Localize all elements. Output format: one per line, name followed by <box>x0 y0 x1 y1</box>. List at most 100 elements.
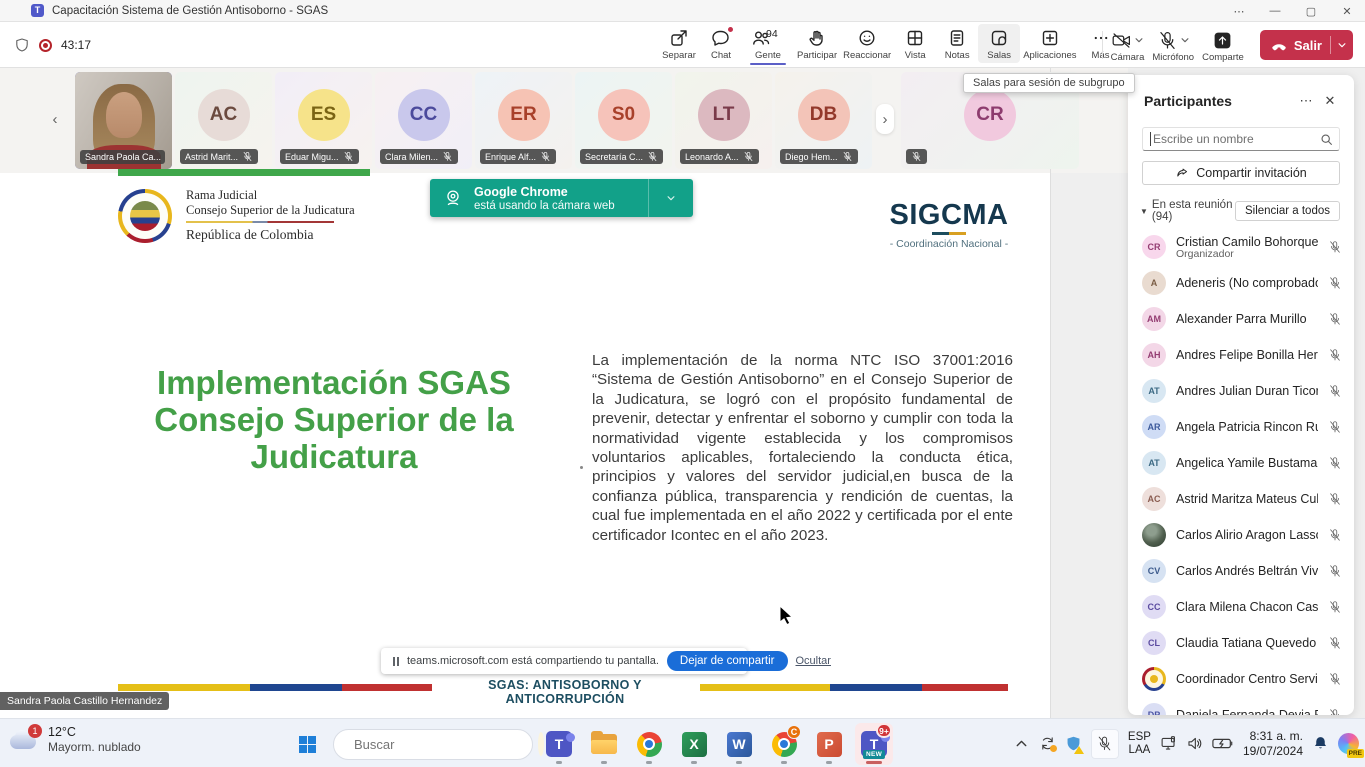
tray-chevron-up-icon[interactable] <box>1013 735 1030 752</box>
participant-row[interactable]: CRCristian Camilo Bohorquez Ro...Organiz… <box>1128 229 1354 265</box>
titlebar-more-button[interactable]: ⋯ <box>1221 0 1257 22</box>
taskbar-app-explorer[interactable] <box>585 723 623 765</box>
panel-more-button[interactable]: ⋯ <box>1294 89 1318 113</box>
taskbar-search[interactable] <box>333 729 533 760</box>
taskbar-app-teams-classic[interactable]: T <box>540 723 578 765</box>
toolbar-button-salas[interactable]: Salas <box>978 24 1020 63</box>
participant-row[interactable]: AAdeneris (No comprobado) <box>1128 265 1354 301</box>
mic-off-icon[interactable] <box>1328 312 1342 326</box>
chrome-banner-expand[interactable] <box>649 193 693 203</box>
toolbar-button-notas[interactable]: Notas <box>936 24 978 63</box>
stop-sharing-button[interactable]: Dejar de compartir <box>667 651 788 671</box>
mic-off-icon[interactable] <box>1328 276 1342 290</box>
camera-control[interactable]: Cámara <box>1111 30 1145 63</box>
share-screen-icon[interactable] <box>1212 30 1233 51</box>
toolbar-button-gente[interactable]: 94Gente <box>742 24 794 63</box>
mic-off-icon[interactable] <box>1328 636 1342 650</box>
participant-row[interactable]: ATAndres Julian Duran Ticora <box>1128 373 1354 409</box>
hide-sharing-bar-link[interactable]: Ocultar <box>796 655 831 667</box>
close-button[interactable]: ✕ <box>1329 0 1365 22</box>
mic-off-icon[interactable] <box>1157 30 1178 51</box>
toolbar-button-participar[interactable]: Participar <box>794 24 840 63</box>
tray-clock[interactable]: 8:31 a. m. 19/07/2024 <box>1243 729 1303 759</box>
mic-off-icon[interactable] <box>1328 600 1342 614</box>
weather-widget[interactable]: 1 12°C Mayorm. nublado <box>8 725 141 754</box>
video-tile-diego-hem[interactable]: DBDiego Hem... <box>775 72 872 169</box>
tray-security-shield-icon[interactable] <box>1065 735 1082 752</box>
minimize-button[interactable]: — <box>1257 0 1293 22</box>
video-tile-leonardo-a[interactable]: LTLeonardo A... <box>675 72 772 169</box>
mic-control[interactable]: Micrófono <box>1152 30 1194 63</box>
section-collapse-icon[interactable]: ▼ <box>1140 207 1148 216</box>
participant-row[interactable]: ACAstrid Maritza Mateus Cubides <box>1128 481 1354 517</box>
toolbar-button-aplicaciones[interactable]: Aplicaciones <box>1020 24 1079 63</box>
toolbar-button-reaccionar[interactable]: Reaccionar <box>840 24 894 63</box>
participant-row[interactable]: ARAngela Patricia Rincon Rueda <box>1128 409 1354 445</box>
chrome-camera-notification[interactable]: Google Chrome está usando la cámara web <box>430 179 693 217</box>
video-tile-astrid-marit[interactable]: ACAstrid Marit... <box>175 72 272 169</box>
filmstrip-scroll-right-icon[interactable]: › <box>876 104 894 134</box>
participant-row[interactable]: CVCarlos Andrés Beltrán Viveros <box>1128 553 1354 589</box>
taskbar-app-chrome-profile[interactable]: C <box>765 723 803 765</box>
participant-row[interactable]: CCClara Milena Chacon Castaño <box>1128 589 1354 625</box>
participant-row[interactable]: Carlos Alirio Aragon Lasso <box>1128 517 1354 553</box>
tray-speaker-icon[interactable] <box>1186 735 1203 752</box>
video-tile-secretar-a-c[interactable]: S0Secretaría C... <box>575 72 672 169</box>
sigcma-title: SIGCMA <box>880 200 1018 230</box>
taskbar-app-chrome[interactable] <box>630 723 668 765</box>
video-tile-sandra-paola-ca[interactable]: Sandra Paola Ca... <box>75 72 172 169</box>
leave-options-chevron-icon[interactable] <box>1337 40 1347 50</box>
tray-notifications-bell-icon[interactable] <box>1312 735 1329 752</box>
mic-off-icon[interactable] <box>1328 492 1342 506</box>
mic-off-icon[interactable] <box>1328 672 1342 686</box>
camera-off-icon[interactable] <box>1111 30 1132 51</box>
rooms-icon <box>989 28 1009 48</box>
participant-avatar: AR <box>1142 415 1166 439</box>
tray-network-icon[interactable] <box>1160 735 1177 752</box>
taskbar-app-teams-new[interactable]: T NEW 9+ <box>855 723 893 765</box>
start-button[interactable] <box>288 724 326 764</box>
taskbar-app-excel[interactable]: X <box>675 723 713 765</box>
share-control[interactable]: Comparte <box>1202 30 1244 63</box>
video-tile-clara-milen[interactable]: CCClara Milen... <box>375 72 472 169</box>
mic-off-icon[interactable] <box>1328 348 1342 362</box>
participant-row[interactable]: Coordinador Centro Servicios ... <box>1128 661 1354 697</box>
participant-row[interactable]: CLClaudia Tatiana Quevedo Leal <box>1128 625 1354 661</box>
mic-off-icon[interactable] <box>1328 456 1342 470</box>
camera-options-chevron-icon[interactable] <box>1134 35 1144 45</box>
tray-language-indicator[interactable]: ESP LAA <box>1128 731 1151 757</box>
panel-close-button[interactable]: ✕ <box>1318 89 1342 113</box>
participant-row[interactable]: AHAndres Felipe Bonilla Hernand... <box>1128 337 1354 373</box>
video-tile-enrique-alf[interactable]: EREnrique Alf... <box>475 72 572 169</box>
taskbar-app-powerpoint[interactable]: P <box>810 723 848 765</box>
tray-sync-icon[interactable] <box>1039 735 1056 752</box>
participant-row[interactable]: DPDaniela Fernanda Devia Peralta <box>1128 697 1354 715</box>
tray-mic-in-use[interactable] <box>1091 729 1119 759</box>
video-tile-eduar-migu[interactable]: ESEduar Migu... <box>275 72 372 169</box>
mic-off-icon[interactable] <box>1328 708 1342 715</box>
mic-off-icon <box>540 151 551 162</box>
participant-row[interactable]: AMAlexander Parra Murillo <box>1128 301 1354 337</box>
taskbar-search-input[interactable] <box>354 737 530 752</box>
participant-row[interactable]: ATAngelica Yamile Bustamante T... <box>1128 445 1354 481</box>
taskbar-app-word[interactable]: W <box>720 723 758 765</box>
mic-off-icon[interactable] <box>1328 528 1342 542</box>
mic-options-chevron-icon[interactable] <box>1180 35 1190 45</box>
mic-off-icon[interactable] <box>1328 420 1342 434</box>
mute-all-button[interactable]: Silenciar a todos <box>1235 201 1340 221</box>
participant-search-input[interactable] <box>1142 127 1340 151</box>
leave-button[interactable]: Salir <box>1260 30 1353 60</box>
mic-off-icon[interactable] <box>1328 384 1342 398</box>
search-icon[interactable] <box>1320 133 1333 146</box>
toolbar-button-chat[interactable]: Chat <box>700 24 742 63</box>
search-input[interactable] <box>1151 132 1320 146</box>
mic-off-icon[interactable] <box>1328 240 1342 254</box>
toolbar-button-vista[interactable]: Vista <box>894 24 936 63</box>
filmstrip-scroll-left-icon[interactable]: ‹ <box>46 104 64 134</box>
copilot-icon[interactable]: PRE <box>1338 733 1359 754</box>
tray-battery-icon[interactable] <box>1212 735 1234 752</box>
share-invitation-button[interactable]: Compartir invitación <box>1142 161 1340 185</box>
mic-off-icon[interactable] <box>1328 564 1342 578</box>
maximize-button[interactable]: ▢ <box>1293 0 1329 22</box>
toolbar-button-separar[interactable]: Separar <box>658 24 700 63</box>
